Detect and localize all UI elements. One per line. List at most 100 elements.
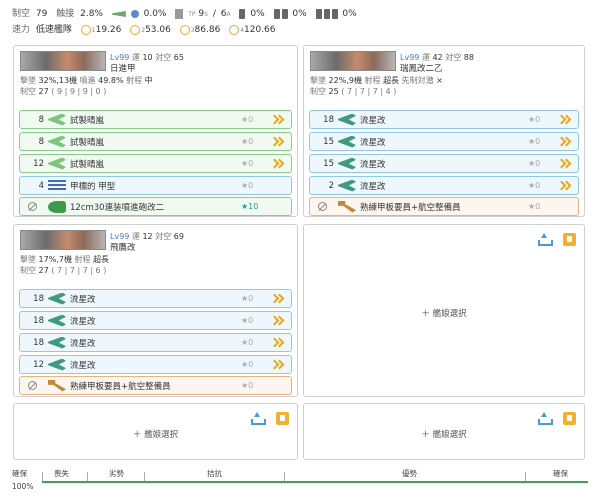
equip-slot-3[interactable]: 12 試製晴嵐 ★0 — [19, 154, 292, 173]
range-label: 射程 — [364, 76, 381, 85]
speed-label: 速力 — [12, 25, 31, 35]
proficiency-chevron-icon[interactable] — [271, 314, 285, 328]
proficiency-chevron-icon[interactable] — [271, 358, 285, 372]
ship-card-2[interactable]: Lv99 運 42 対空 88 瑞鳳改二乙 撃墜 22%,9機 射程 超長 先制… — [303, 45, 585, 217]
slot-count: 8 — [38, 114, 44, 125]
air-seg-parity: 拮抗 — [207, 469, 222, 478]
torpedo-bomber-icon — [338, 135, 356, 148]
ship-banner-image[interactable] — [20, 230, 106, 250]
equip-slot-4[interactable]: 2 流星改 ★0 — [309, 176, 579, 195]
fleet-summary: 制空 79 触接 2.8% 0.0% TP 9S / 6A 0% 0% 0% 速… — [12, 6, 592, 38]
air-status-current: 確保 — [12, 469, 27, 478]
ammo-icon — [273, 9, 280, 19]
ship-header: Lv99 運 10 対空 65 日進甲 撃墜 32%,13機 噴進 49.8% … — [20, 51, 291, 96]
ammo-pct: 0% — [292, 9, 307, 19]
shootdown-value: 17%,7機 — [38, 255, 72, 264]
proficiency-chevron-icon[interactable] — [558, 157, 572, 171]
opening-asw-label: 先制対潜 — [401, 76, 434, 85]
proficiency-chevron-icon[interactable] — [558, 135, 572, 149]
empty-ship-slot-5[interactable]: ＋ 艦娘選択 — [13, 403, 298, 460]
ship-stats-line-1: 撃墜 32%,13機 噴進 49.8% 射程 中 — [20, 75, 153, 86]
ship-stats-line-1: 撃墜 17%,7機 射程 超長 — [20, 254, 109, 265]
clipboard-icon[interactable] — [563, 233, 576, 246]
proficiency-chevron-icon[interactable] — [271, 135, 285, 149]
proficiency-chevron-icon[interactable] — [271, 292, 285, 306]
midget-submarine-icon — [48, 179, 66, 192]
equip-slot-ex[interactable]: 12cm30連装噴進砲改二 ★10 — [19, 197, 292, 216]
torpedo-bomber-icon — [338, 157, 356, 170]
air-tick — [284, 472, 285, 481]
equip-name: 流星改 — [70, 294, 96, 305]
equip-name: 12cm30連装噴進砲改二 — [70, 202, 165, 213]
select-ship-button[interactable]: ＋ 艦娘選択 — [304, 307, 584, 319]
equip-slot-1[interactable]: 18 流星改 ★0 — [19, 289, 292, 308]
equip-slot-4[interactable]: 12 流星改 ★0 — [19, 355, 292, 374]
select-ship-button[interactable]: ＋ 艦娘選択 — [304, 428, 584, 440]
slot-count: 18 — [33, 315, 44, 326]
range-value: 超長 — [93, 255, 110, 264]
air-seg-denial: 劣勢 — [109, 469, 124, 478]
equip-slot-ex[interactable]: 熟練甲板要員+航空整備員 ★0 — [309, 197, 579, 216]
equip-name: 流星改 — [360, 115, 386, 126]
rocket-value: 49.8% — [98, 76, 124, 85]
equip-slot-3[interactable]: 15 流星改 ★0 — [309, 154, 579, 173]
fleet-contact-value: 2.8% — [80, 9, 103, 19]
ship-card-3[interactable]: Lv99 運 12 対空 69 飛鷹改 撃墜 17%,7機 射程 超長 制空 2… — [13, 224, 298, 397]
ship-level: Lv99 — [400, 53, 420, 62]
equip-slot-1[interactable]: 18 流星改 ★0 — [309, 110, 579, 129]
proficiency-chevron-icon[interactable] — [271, 336, 285, 350]
download-icon[interactable] — [250, 412, 266, 425]
ban-icon — [27, 381, 37, 390]
download-icon[interactable] — [537, 233, 553, 246]
download-icon[interactable] — [537, 412, 553, 425]
a-rank-icon — [130, 10, 139, 18]
equip-slot-2[interactable]: 15 流星改 ★0 — [309, 132, 579, 151]
equip-slot-2[interactable]: 18 流星改 ★0 — [19, 311, 292, 330]
ban-icon — [27, 202, 37, 211]
select-ship-button[interactable]: ＋ 艦娘選択 — [14, 428, 297, 440]
air-seg-superiority: 優勢 — [402, 469, 417, 478]
equip-slot-3[interactable]: 18 流星改 ★0 — [19, 333, 292, 352]
improvement-star: ★0 — [528, 159, 541, 168]
equip-slot-4[interactable]: 4 甲標的 甲型 ★0 — [19, 176, 292, 195]
clipboard-icon[interactable] — [276, 412, 289, 425]
los-icon — [179, 25, 190, 35]
ship-luck: 10 — [142, 53, 153, 62]
improvement-star: ★0 — [241, 381, 254, 390]
proficiency-chevron-icon[interactable] — [558, 113, 572, 127]
torpedo-bomber-icon — [48, 292, 66, 305]
air-seg-loss: 喪失 — [54, 469, 69, 478]
ship-stats-line-2: 制空 27 ( 7 | 7 | 7 | 6 ) — [20, 265, 106, 276]
ship-card-1[interactable]: Lv99 運 10 対空 65 日進甲 撃墜 32%,13機 噴進 49.8% … — [13, 45, 298, 217]
ship-luck-label: 運 — [131, 53, 140, 62]
ship-luck-label: 運 — [131, 232, 140, 241]
empty-ship-slot-6[interactable]: ＋ 艦娘選択 — [303, 403, 585, 460]
ship-luck: 42 — [432, 53, 443, 62]
drum-icon — [315, 9, 322, 19]
empty-ship-slot-4[interactable]: ＋ 艦娘選択 — [303, 224, 585, 397]
aa-gun-icon — [48, 200, 66, 213]
slot-toolbar — [524, 412, 576, 425]
slot-count: 18 — [33, 293, 44, 304]
equip-slot-ex[interactable]: 熟練甲板要員+航空整備員 ★0 — [19, 376, 292, 395]
air-power-detail: ( 7 | 7 | 7 | 4 ) — [341, 87, 397, 96]
ship-banner-image[interactable] — [310, 51, 396, 71]
equip-slot-1[interactable]: 8 試製晴嵐 ★0 — [19, 110, 292, 129]
proficiency-chevron-icon[interactable] — [271, 157, 285, 171]
equip-name: 流星改 — [360, 159, 386, 170]
ship-banner-image[interactable] — [20, 51, 106, 71]
ship-aa-label: 対空 — [445, 53, 462, 62]
proficiency-chevron-icon[interactable] — [271, 113, 285, 127]
air-power-label: 制空 — [310, 87, 326, 96]
fuel-pct: 0% — [250, 9, 265, 19]
air-tick — [42, 472, 43, 481]
ship-header: Lv99 運 42 対空 88 瑞鳳改二乙 撃墜 22%,9機 射程 超長 先制… — [310, 51, 578, 96]
proficiency-chevron-icon[interactable] — [558, 179, 572, 193]
improvement-star: ★0 — [241, 159, 254, 168]
clipboard-icon[interactable] — [563, 412, 576, 425]
equip-name: 流星改 — [360, 137, 386, 148]
fleet-seiku-value: 79 — [35, 9, 48, 19]
tp-label: TP — [188, 10, 196, 18]
seaplane-bomber-icon — [48, 135, 66, 148]
equip-slot-2[interactable]: 8 試製晴嵐 ★0 — [19, 132, 292, 151]
